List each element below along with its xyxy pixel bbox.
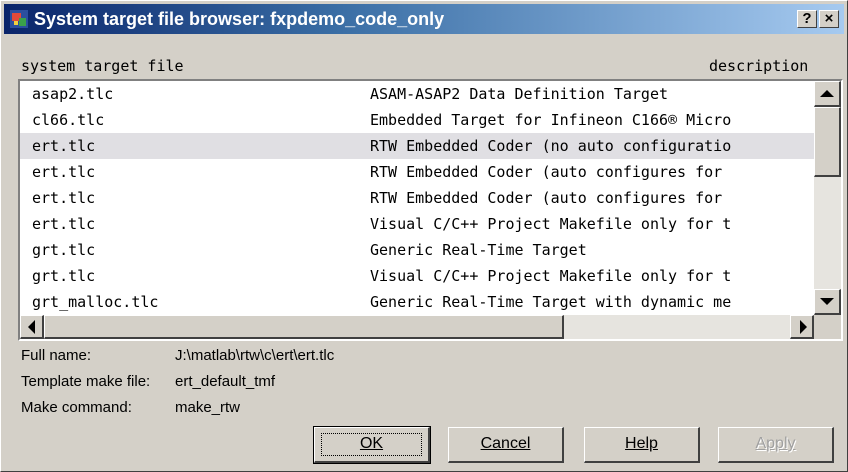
full-name-value: J:\matlab\rtw\c\ert\ert.tlc [175,347,335,364]
list-rows: asap2.tlc ASAM-ASAP2 Data Definition Targ… [20,81,814,315]
list-item-description: Visual C/C++ Project Makefile only for t [370,267,732,285]
horizontal-scrollbar[interactable] [20,315,814,339]
list-item[interactable]: ert.tlc Visual C/C++ Project Makefile onl… [20,211,814,237]
list-item-description: RTW Embedded Coder (no auto configuratio [370,137,732,155]
full-name-label: Full name: [21,347,92,364]
scroll-down-button[interactable] [814,289,841,315]
make-command-value: make_rtw [175,399,241,416]
list-item-description: ASAM-ASAP2 Data Definition Target [370,85,669,103]
list-item-file: grt.tlc [32,267,96,285]
list-item-file: ert.tlc [32,215,96,233]
scroll-right-button[interactable] [790,315,814,339]
cancel-button[interactable]: Cancel [448,427,564,463]
list-item-file: ert.tlc [32,189,96,207]
list-item-file: asap2.tlc [32,85,114,103]
list-item-file: ert.tlc [32,163,96,181]
list-item-description: Generic Real-Time Target [370,241,587,259]
arrow-right-icon [800,320,807,334]
list-item[interactable]: grt_malloc.tlc Generic Real-Time Target w… [20,289,814,315]
list-item-file: grt.tlc [32,241,96,259]
help-button[interactable]: Help [584,427,700,463]
scroll-corner [814,315,841,339]
list-item[interactable]: ert.tlc RTW Embedded Coder (auto configur… [20,159,814,185]
list-item-description: RTW Embedded Coder (auto configures for [370,163,723,181]
simulink-icon [10,10,28,28]
list-item-file: grt_malloc.tlc [32,293,159,311]
window-title: System target file browser: fxpdemo_code… [34,9,445,29]
list-item-description: Visual C/C++ Project Makefile only for t [370,215,732,233]
scroll-up-button[interactable] [814,81,841,107]
make-command-label: Make command: [21,399,132,416]
cancel-button-label: Cancel [480,435,531,452]
apply-button: Apply [718,427,834,463]
template-make-file-value: ert_default_tmf [175,373,276,390]
list-item[interactable]: cl66.tlc Embedded Target for Infineon C16… [20,107,814,133]
list-item[interactable]: grt.tlc Generic Real-Time Target [20,237,814,263]
list-item-file: cl66.tlc [32,111,105,129]
arrow-down-icon [820,298,834,305]
column-header-description[interactable]: description [709,57,808,75]
title-bar[interactable]: System target file browser: fxpdemo_code… [4,4,844,34]
help-button-label: Help [625,435,658,452]
list-item[interactable]: grt.tlc Visual C/C++ Project Makefile onl… [20,263,814,289]
help-title-button[interactable]: ? [797,10,817,28]
vertical-scrollbar[interactable] [814,81,841,315]
ok-button[interactable]: OK [313,426,431,464]
close-button[interactable]: × [819,10,839,28]
list-item-description: RTW Embedded Coder (auto configures for [370,189,723,207]
target-file-list[interactable]: asap2.tlc ASAM-ASAP2 Data Definition Targ… [18,79,843,341]
list-item-file: ert.tlc [32,137,96,155]
scroll-left-button[interactable] [20,315,44,339]
list-item[interactable]: asap2.tlc ASAM-ASAP2 Data Definition Targ… [20,81,814,107]
template-make-file-label: Template make file: [21,373,151,390]
list-item[interactable]: ert.tlc RTW Embedded Coder (auto configur… [20,185,814,211]
list-item-description: Generic Real-Time Target with dynamic me [370,293,732,311]
dialog-window: System target file browser: fxpdemo_code… [0,0,848,472]
column-header-file[interactable]: system target file [21,57,184,75]
list-item[interactable]: ert.tlc RTW Embedded Coder (no auto confi… [20,133,814,159]
apply-button-label: Apply [755,435,796,452]
vertical-scroll-thumb[interactable] [814,107,841,177]
ok-button-label: OK [359,435,384,452]
arrow-up-icon [820,90,834,97]
list-item-description: Embedded Target for Infineon C166® Micro [370,111,732,129]
arrow-left-icon [28,320,35,334]
horizontal-scroll-thumb[interactable] [44,315,564,339]
